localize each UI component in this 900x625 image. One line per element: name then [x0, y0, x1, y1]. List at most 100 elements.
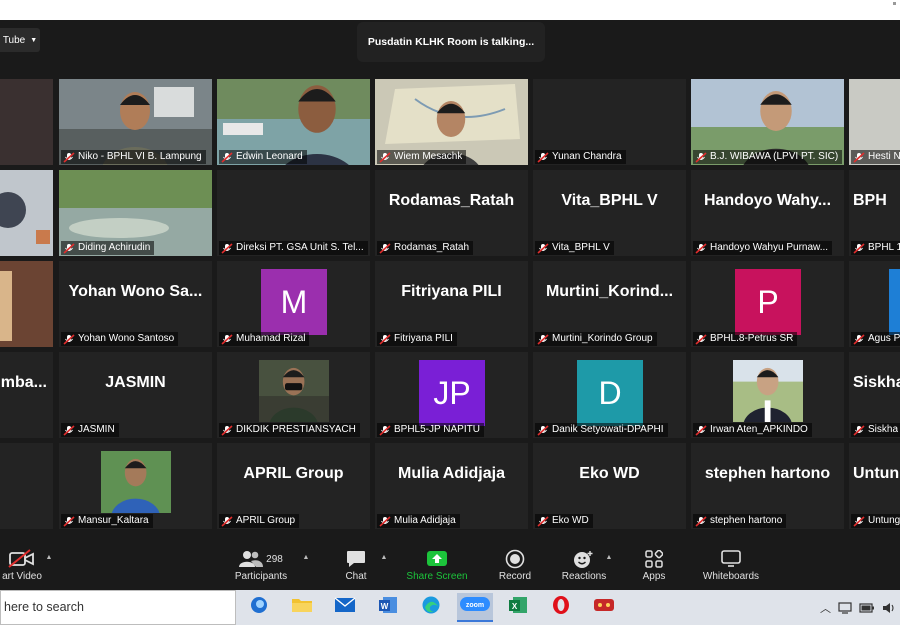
participant-tile[interactable]: D Danik Setyowati-DPAPHI [533, 352, 686, 438]
video-options-caret[interactable]: ▲ [44, 547, 54, 589]
participant-tile[interactable]: JP BPHL5-JP NAPITU [375, 352, 528, 438]
participant-tile[interactable]: Rodamas_Ratah Rodamas_Ratah [375, 170, 528, 256]
reactions-options-caret[interactable]: ▲ [604, 547, 614, 589]
chat-button[interactable]: Chat [336, 547, 376, 589]
participants-button[interactable]: 298 Participants [226, 547, 296, 589]
battery-icon[interactable] [859, 602, 875, 613]
participant-tile[interactable]: Siskha Siskha [849, 352, 900, 438]
participant-name-label: Handoyo Wahyu Purnaw... [693, 241, 833, 255]
apps-button[interactable]: Apps [634, 547, 674, 589]
mic-muted-icon [379, 333, 391, 345]
participants-options-caret[interactable]: ▲ [301, 547, 311, 589]
participant-tile[interactable]: APRIL Group APRIL Group [217, 443, 370, 529]
participant-name-label: APRIL Group [219, 514, 300, 528]
participant-tile[interactable]: Wiem Mesachk [375, 79, 528, 165]
participant-name-label: Yohan Wono Santoso [61, 332, 179, 346]
taskbar-search-box[interactable]: here to search [0, 590, 236, 625]
volume-icon[interactable] [882, 602, 896, 614]
participant-name: Fitriyana PILI [394, 333, 453, 344]
mic-muted-icon [63, 333, 75, 345]
participant-display-name: Fitriyana PILI [401, 283, 502, 300]
svg-text:X: X [512, 602, 518, 611]
participant-name-label: Untung [851, 514, 900, 528]
participant-name: Agus P [868, 333, 900, 344]
whiteboards-button[interactable]: Whiteboards [696, 547, 766, 589]
chat-options-caret[interactable]: ▲ [379, 547, 389, 589]
taskbar-app-edge[interactable] [413, 593, 449, 622]
taskbar-app-file-explorer[interactable] [284, 593, 320, 622]
participant-tile[interactable] [0, 79, 53, 165]
mic-muted-icon [853, 333, 865, 345]
participant-name-label: Rodamas_Ratah [377, 241, 474, 255]
participant-name-label: Direksi PT. GSA Unit S. Tel... [219, 241, 368, 255]
participant-tile[interactable]: Untun Untung [849, 443, 900, 529]
taskbar-app-opera[interactable] [543, 593, 579, 622]
taskbar-app-mail[interactable] [327, 593, 363, 622]
participant-tile[interactable]: Edwin Leonard [217, 79, 370, 165]
participant-avatar [889, 269, 900, 335]
svg-text:W: W [381, 602, 389, 611]
window-corner-dot [893, 2, 896, 5]
participant-tile[interactable]: Fitriyana PILI Fitriyana PILI [375, 261, 528, 347]
taskbar-app-word[interactable]: W [370, 593, 406, 622]
participant-name: Siskha [868, 424, 899, 435]
participant-tile[interactable]: M Muhamad Rizal [217, 261, 370, 347]
participant-tile[interactable] [0, 261, 53, 347]
participant-tile[interactable]: Direksi PT. GSA Unit S. Tel... [217, 170, 370, 256]
participant-name: Edwin Leonard [236, 151, 303, 162]
apps-label: Apps [642, 571, 666, 582]
participant-tile[interactable]: Diding Achirudin [59, 170, 212, 256]
participant-name-label: Danik Setyowati-DPAPHI [535, 423, 668, 437]
opera-icon [551, 595, 571, 620]
record-button[interactable]: Record [492, 547, 538, 589]
participant-tile[interactable]: Mansur_Kaltara [59, 443, 212, 529]
participant-tile[interactable]: Vita_BPHL V Vita_BPHL V [533, 170, 686, 256]
participant-tile[interactable]: BPH BPHL 1 [849, 170, 900, 256]
share-screen-button[interactable]: Share Screen [402, 547, 472, 589]
participant-tile[interactable]: Handoyo Wahy... Handoyo Wahyu Purnaw... [691, 170, 844, 256]
participant-tile[interactable]: Irwan Aten_APKINDO [691, 352, 844, 438]
participant-name-label: Irwan Aten_APKINDO [693, 423, 812, 437]
participant-name-label: Mansur_Kaltara [61, 514, 153, 528]
participant-tile[interactable]: Eko WD Eko WD [533, 443, 686, 529]
participant-tile[interactable]: Yunan Chandra [533, 79, 686, 165]
participant-tile[interactable]: Yohan Wono Sa... Yohan Wono Santoso [59, 261, 212, 347]
excel-icon: X [508, 595, 528, 620]
participant-display-name: Yohan Wono Sa... [68, 283, 203, 300]
mic-muted-icon [221, 333, 233, 345]
participant-tile[interactable]: mba...Makmur S... [0, 352, 53, 438]
participant-tile[interactable]: Niko - BPHL VI B. Lampung [59, 79, 212, 165]
participant-tile[interactable]: JASMIN JASMIN [59, 352, 212, 438]
participant-name: BPHL 1 [868, 242, 900, 253]
mic-muted-icon [853, 515, 865, 527]
participant-tile[interactable]: Hesti N [849, 79, 900, 165]
participant-tile[interactable]: stephen hartono stephen hartono [691, 443, 844, 529]
participant-name: BPHL5-JP NAPITU [394, 424, 480, 435]
participant-name-label: Muhamad Rizal [219, 332, 310, 346]
participant-tile[interactable]: P BPHL.8-Petrus SR [691, 261, 844, 347]
windows-taskbar: here to search Wzoom X ︿ [0, 590, 900, 625]
participant-tile[interactable]: Mulia Adidjaja Mulia Adidjaja [375, 443, 528, 529]
taskbar-app-excel[interactable]: X [500, 593, 536, 622]
participant-tile[interactable]: ari [0, 443, 53, 529]
participant-name-label: Fitriyana PILI [377, 332, 457, 346]
taskbar-app-edge-legacy[interactable] [241, 593, 277, 622]
participant-tile[interactable]: Murtini_Korind... Murtini_Korindo Group [533, 261, 686, 347]
taskbar-app-zoom[interactable]: zoom [457, 593, 493, 622]
participant-tile[interactable]: B.J. WIBAWA (LPVI PT. SIC) [691, 79, 844, 165]
taskbar-app-game[interactable] [586, 593, 622, 622]
participant-tile[interactable]: DIKDIK PRESTIANSYACH [217, 352, 370, 438]
mic-muted-icon [695, 242, 707, 254]
mic-muted-icon [221, 242, 233, 254]
participant-tile[interactable]: Agus P [849, 261, 900, 347]
chevron-up-icon[interactable]: ︿ [820, 600, 831, 616]
file-explorer-icon [291, 596, 313, 619]
start-video-button[interactable]: art Video [0, 547, 44, 589]
mic-muted-icon [537, 242, 549, 254]
participant-tile[interactable] [0, 170, 53, 256]
network-icon[interactable] [838, 601, 852, 614]
participant-video [0, 261, 53, 347]
view-dropdown-button[interactable]: Tube ▼ [0, 28, 40, 52]
participant-name-label: Wiem Mesachk [377, 150, 467, 164]
participant-name-label: Hesti N [851, 150, 900, 164]
